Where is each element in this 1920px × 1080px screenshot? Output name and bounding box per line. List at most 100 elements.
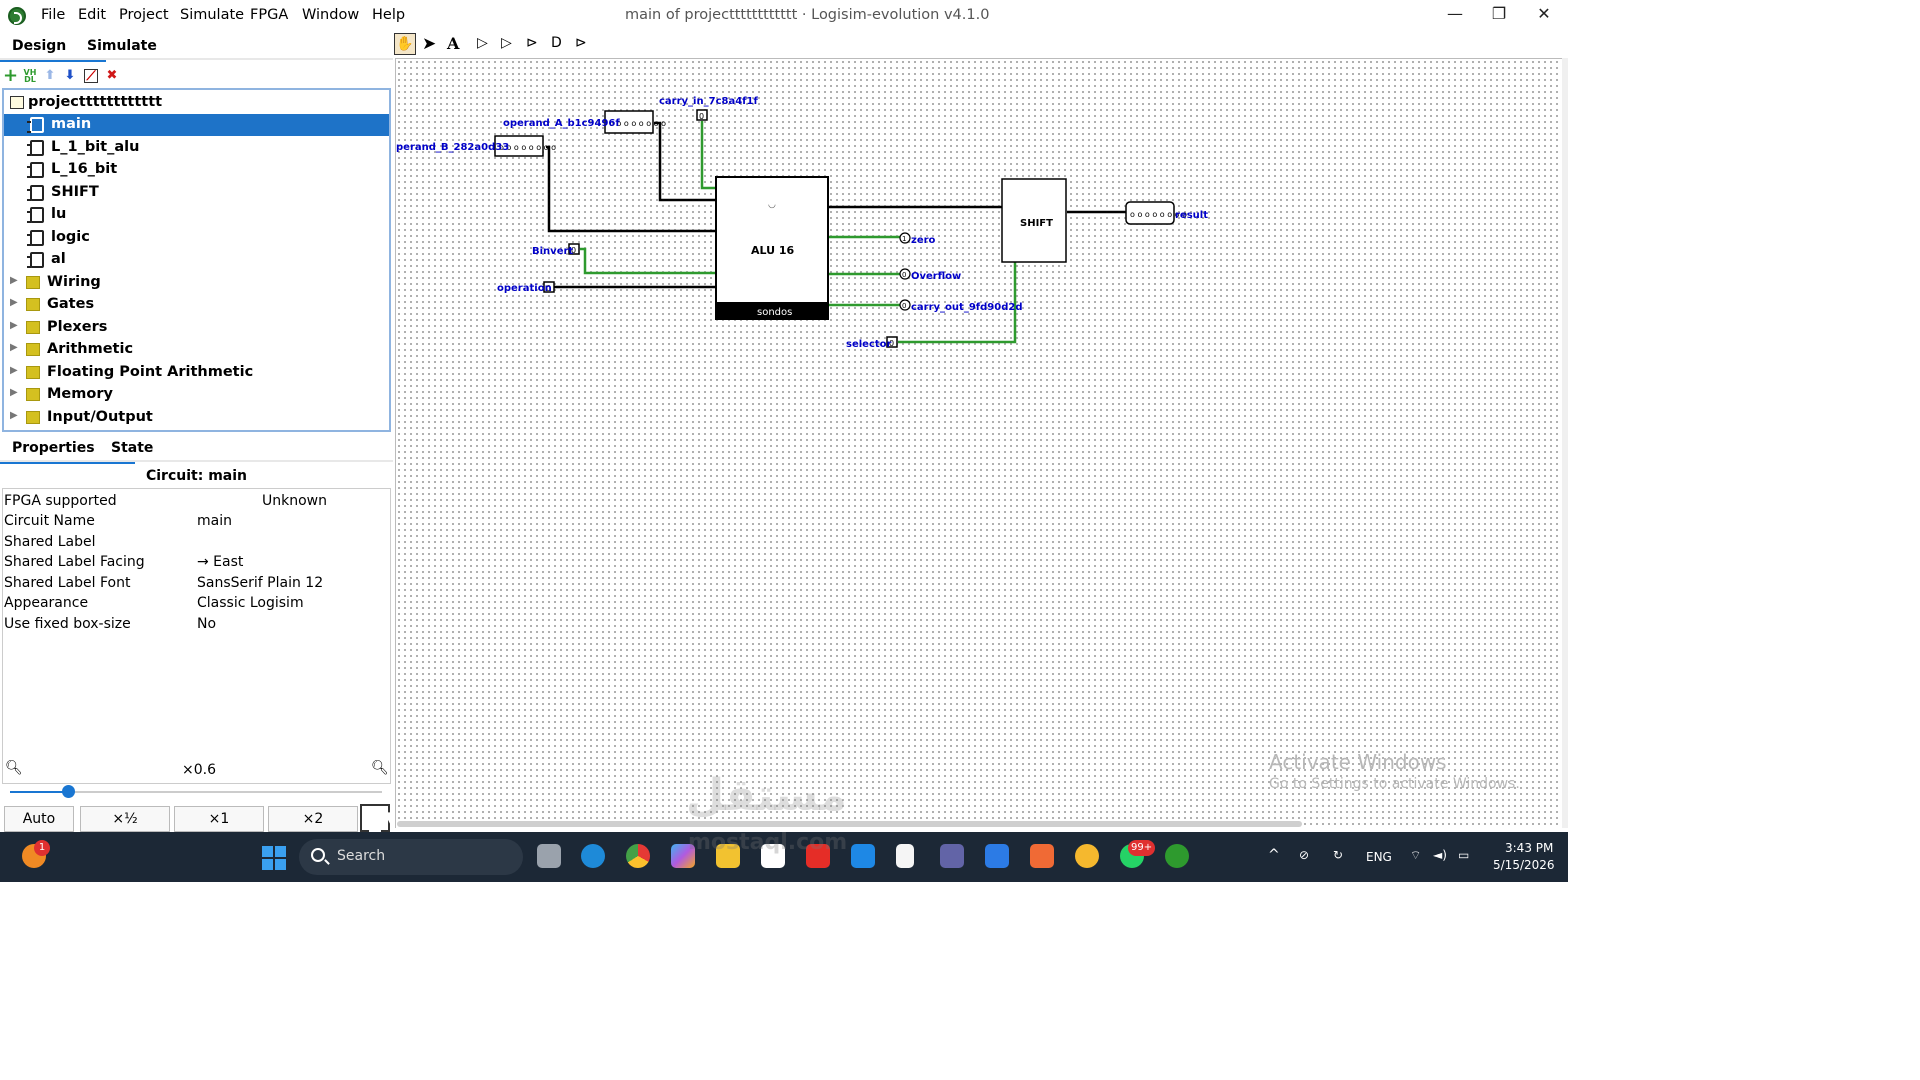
start-icon[interactable] [262, 846, 286, 870]
tree-library-plexers[interactable]: ▶ Plexers [4, 317, 389, 339]
minimize-button[interactable]: — [1433, 4, 1477, 28]
or-gate-icon[interactable]: ⊳ [575, 35, 587, 51]
property-row[interactable]: Shared Label Facing → East [3, 552, 390, 572]
tree-circuit-logic[interactable]: logic [4, 227, 389, 249]
menu-project[interactable]: Project [119, 7, 169, 23]
volume-icon[interactable]: ◄) [1433, 848, 1447, 862]
zoom-2x-button[interactable]: ×2 [268, 806, 358, 832]
property-value[interactable]: SansSerif Plain 12 [197, 575, 323, 591]
tree-circuit-shift[interactable]: SHIFT [4, 182, 389, 204]
zoom-slider-track[interactable] [10, 785, 382, 798]
text-tool-icon[interactable]: A [447, 34, 459, 53]
chrome-icon[interactable] [626, 844, 650, 868]
menu-file[interactable]: File [41, 7, 65, 23]
zoom-auto-button[interactable]: Auto [4, 806, 74, 832]
expand-icon[interactable]: ▶ [10, 410, 18, 421]
network-off-icon[interactable]: ⊘ [1299, 848, 1309, 862]
expand-icon[interactable]: ▶ [10, 342, 18, 353]
browser-icon[interactable] [1075, 844, 1099, 868]
logisim-taskbar-icon[interactable] [1165, 844, 1189, 868]
menu-fpga[interactable]: FPGA [250, 7, 288, 23]
folder-icon [26, 298, 40, 311]
zoom-in-icon[interactable]: 🔍︎ [371, 760, 389, 776]
circuit-label: logic [51, 229, 90, 245]
edit-appearance-icon[interactable]: ⟋ [84, 69, 98, 84]
fit-to-window-icon[interactable] [360, 804, 390, 832]
zoom-out-icon[interactable]: 🔍︎ [5, 760, 23, 776]
maximize-button[interactable]: ❐ [1477, 4, 1521, 28]
tab-state[interactable]: State [111, 440, 153, 456]
notepad-icon[interactable] [896, 844, 914, 868]
select-tool-icon[interactable]: ➤ [422, 34, 436, 54]
property-value[interactable]: → East [197, 554, 243, 570]
tree-library-arithmetic[interactable]: ▶ Arithmetic [4, 339, 389, 361]
horizontal-scrollbar[interactable] [397, 821, 1302, 827]
menu-window[interactable]: Window [302, 7, 359, 23]
property-value[interactable]: main [197, 513, 232, 529]
language-indicator[interactable]: ENG [1366, 850, 1392, 864]
tab-simulate[interactable]: Simulate [87, 38, 157, 54]
tab-properties[interactable]: Properties [0, 440, 134, 464]
property-value[interactable]: No [197, 616, 216, 632]
vscode-icon[interactable] [851, 844, 875, 868]
tray-overflow-icon[interactable]: ^ [1268, 847, 1280, 863]
tree-library-floating-point[interactable]: ▶ Floating Point Arithmetic [4, 362, 389, 384]
claude-icon[interactable] [1030, 844, 1054, 868]
clock-time[interactable]: 3:43 PM [1505, 841, 1553, 855]
property-value[interactable]: Unknown [262, 493, 327, 509]
property-value[interactable]: Classic Logisim [197, 595, 304, 611]
circuit-canvas[interactable]: o o o o o o o o perand_B_282a0d33 o o o … [395, 58, 1568, 828]
property-row[interactable]: Use fixed box-size No [3, 614, 390, 634]
zoom-half-button[interactable]: ×½ [80, 806, 170, 832]
expand-icon[interactable]: ▶ [10, 275, 18, 286]
and-gate-icon[interactable]: D [551, 35, 562, 51]
property-row[interactable]: Shared Label [3, 532, 390, 552]
tree-circuit-l-16-bit[interactable]: L_16_bit [4, 159, 389, 181]
add-circuit-icon[interactable]: + [3, 67, 18, 85]
zoom-1x-button[interactable]: ×1 [174, 806, 264, 832]
menu-simulate[interactable]: Simulate [180, 7, 244, 23]
vertical-scrollbar[interactable] [1562, 58, 1568, 828]
taskbar-search[interactable]: Search [299, 839, 523, 875]
property-row[interactable]: FPGA supported Unknown [3, 491, 390, 511]
downloads-icon[interactable] [985, 844, 1009, 868]
update-icon[interactable]: ↻ [1333, 848, 1343, 862]
wifi-icon[interactable]: ⌔ [1410, 848, 1421, 863]
poke-tool-icon[interactable]: ✋ [394, 33, 416, 55]
not-gate-icon[interactable]: ⊳ [526, 35, 538, 51]
teams-icon[interactable] [940, 844, 964, 868]
expand-icon[interactable]: ▶ [10, 320, 18, 331]
tree-circuit-main[interactable]: main [4, 114, 389, 136]
menu-help[interactable]: Help [372, 7, 405, 23]
tree-library-gates[interactable]: ▶ Gates [4, 294, 389, 316]
move-up-icon[interactable]: ⬆ [43, 69, 57, 83]
tree-circuit-l-1-bit-alu[interactable]: L_1_bit_alu [4, 137, 389, 159]
tab-design[interactable]: Design [0, 38, 107, 62]
property-row[interactable]: Appearance Classic Logisim [3, 593, 390, 613]
edge-icon[interactable] [581, 844, 605, 868]
expand-icon[interactable]: ▶ [10, 297, 18, 308]
battery-icon[interactable]: ▭ [1458, 848, 1469, 862]
logisim-logo-icon[interactable] [8, 7, 26, 25]
task-view-icon[interactable] [537, 844, 561, 868]
menu-edit[interactable]: Edit [78, 7, 106, 23]
tree-project-root[interactable]: projectttttttttttt [4, 92, 389, 114]
property-row[interactable]: Shared Label Font SansSerif Plain 12 [3, 573, 390, 593]
delete-circuit-icon[interactable]: ✖ [105, 69, 119, 83]
pin-output-icon[interactable]: ▷ [501, 35, 512, 51]
zoom-slider-thumb[interactable] [62, 785, 75, 798]
move-down-icon[interactable]: ⬇ [63, 69, 77, 83]
expand-icon[interactable]: ▶ [10, 387, 18, 398]
property-row[interactable]: Circuit Name main [3, 511, 390, 531]
expand-icon[interactable]: ▶ [10, 365, 18, 376]
add-vhdl-icon[interactable]: VH DL [23, 69, 37, 84]
tree-library-input-output[interactable]: ▶ Input/Output [4, 407, 389, 429]
tree-library-wiring[interactable]: ▶ Wiring [4, 272, 389, 294]
close-button[interactable]: ✕ [1522, 4, 1566, 28]
clock-date[interactable]: 5/15/2026 [1493, 858, 1555, 872]
tree-library-memory[interactable]: ▶ Memory [4, 384, 389, 406]
pin-input-icon[interactable]: ▷ [477, 35, 488, 51]
watermark-latin: mostaql.com [688, 830, 848, 855]
tree-circuit-lu[interactable]: lu [4, 204, 389, 226]
tree-circuit-al[interactable]: al [4, 249, 389, 271]
